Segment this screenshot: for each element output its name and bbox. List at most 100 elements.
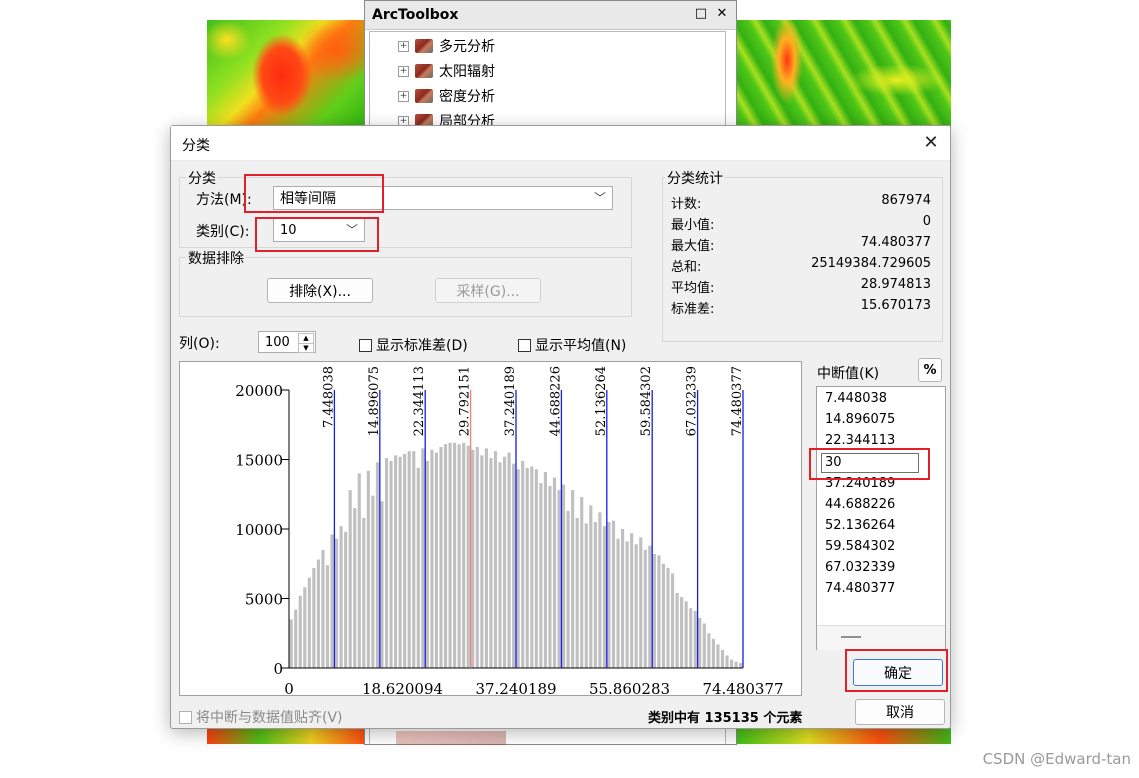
histogram-bar	[453, 442, 457, 668]
histogram-bar	[416, 467, 420, 668]
break-line-label: 44.688226	[548, 366, 563, 436]
show-std-checkbox[interactable]: 显示标准差(D)	[359, 335, 468, 355]
break-item[interactable]: 44.688226	[825, 495, 895, 515]
class-count-text: 类别中有 135135 个元素	[648, 711, 803, 726]
break-item[interactable]: 59.584302	[825, 537, 895, 557]
break-line-label: 22.344113	[412, 366, 427, 436]
histogram-bar	[507, 452, 511, 668]
tree-item-label: 太阳辐射	[439, 64, 495, 80]
histogram-bar	[443, 444, 448, 668]
expand-icon[interactable]: +	[398, 90, 409, 102]
columns-label: 列(O):	[179, 336, 220, 352]
histogram-bar	[702, 623, 706, 668]
histogram-bar	[348, 490, 352, 668]
histogram-bar	[325, 565, 330, 668]
histogram-bar	[557, 490, 561, 668]
histogram-bar	[421, 448, 425, 668]
histogram-bar	[666, 567, 670, 668]
histogram-bar	[525, 467, 529, 668]
histogram-bar	[448, 442, 452, 668]
ok-button[interactable]: 确定	[853, 659, 943, 686]
percent-button[interactable]: %	[918, 358, 942, 382]
scroll-thumb[interactable]	[841, 636, 861, 638]
break-item[interactable]: 22.344113	[825, 431, 895, 451]
method-dropdown[interactable]: 相等间隔 ﹀	[273, 186, 613, 210]
histogram-bar	[680, 597, 684, 668]
show-mean-checkbox[interactable]: 显示平均值(N)	[518, 335, 626, 355]
histogram-bar	[425, 460, 429, 668]
exclude-button[interactable]: 排除(X)...	[267, 278, 373, 303]
list-scrollbar[interactable]	[817, 625, 945, 650]
histogram-bar	[566, 510, 570, 668]
histogram-bar	[412, 451, 416, 668]
exclusion-group	[179, 257, 632, 317]
break-line-label: 52.136264	[594, 366, 609, 436]
histogram-bar	[521, 460, 525, 668]
spin-down-icon[interactable]: ▼	[298, 343, 314, 353]
histogram-bar	[303, 587, 307, 668]
histogram-bar	[607, 522, 611, 668]
breaks-label: 中断值(K)	[817, 366, 880, 382]
break-item[interactable]: 7.448038	[825, 389, 887, 409]
tree-item-solar-radiation[interactable]: + 太阳辐射	[398, 61, 495, 81]
histogram-bar	[493, 451, 498, 668]
break-item[interactable]: 14.896075	[825, 410, 895, 430]
histogram-bar	[403, 453, 407, 668]
cancel-button[interactable]: 取消	[855, 699, 945, 725]
histogram-bar	[330, 534, 334, 668]
histogram-bar	[716, 644, 720, 668]
stat-row-mean: 平均值: 28.974813	[671, 277, 931, 296]
toolbox-icon	[415, 39, 433, 53]
histogram-bar	[475, 446, 479, 668]
break-line-label: 29.792151	[458, 366, 473, 436]
histogram-bar	[648, 545, 652, 668]
break-item[interactable]: 67.032339	[825, 558, 895, 578]
histogram-bar	[375, 462, 379, 668]
checkbox-icon[interactable]	[518, 339, 531, 352]
stat-row-min: 最小值: 0	[671, 214, 931, 233]
histogram-bar	[634, 544, 638, 668]
dialog-title: 分类	[182, 138, 210, 154]
arctoolbox-title: ArcToolbox	[372, 7, 459, 23]
histogram-bar	[661, 563, 666, 668]
histogram-bar	[548, 485, 552, 668]
break-item[interactable]: 37.240189	[825, 474, 895, 494]
histogram-bar	[729, 659, 734, 668]
break-edit-field[interactable]: 30	[821, 453, 919, 473]
classes-value: 10	[280, 222, 297, 238]
histogram-bar	[394, 455, 398, 668]
break-line-label: 59.584302	[639, 366, 654, 436]
exclusion-group-label: 数据排除	[186, 248, 246, 268]
sample-button[interactable]: 采样(G)...	[435, 278, 541, 303]
histogram-bar	[466, 445, 470, 668]
columns-spinner[interactable]: 100 ▲ ▼	[258, 331, 316, 353]
toolbox-item-partial	[396, 731, 506, 745]
checkbox-icon[interactable]	[359, 339, 372, 352]
histogram-panel[interactable]: 0 5000 10000 15000 20000 0 18.620094 37.240189 5…	[179, 361, 802, 696]
tree-item-density[interactable]: + 密度分析	[398, 86, 495, 106]
close-icon[interactable]: ✕	[713, 5, 731, 23]
expand-icon[interactable]: +	[398, 65, 409, 77]
tree-item-multivariate[interactable]: + 多元分析	[398, 36, 495, 56]
close-icon[interactable]: ✕	[920, 132, 942, 154]
y-tick-label: 20000	[235, 382, 283, 400]
classes-dropdown[interactable]: 10 ﹀	[273, 218, 365, 242]
break-item[interactable]: 74.480377	[825, 579, 895, 599]
chevron-down-icon: ﹀	[593, 191, 606, 205]
break-line-label: 7.448038	[321, 366, 336, 428]
histogram-bar	[575, 517, 579, 668]
maximize-icon[interactable]: □	[692, 5, 710, 23]
histogram-bar	[689, 608, 693, 668]
histogram-bar	[384, 458, 389, 668]
histogram-bar	[498, 462, 502, 668]
y-tick-label: 5000	[245, 591, 283, 609]
y-tick-label: 10000	[235, 521, 283, 539]
histogram-bar	[698, 617, 702, 668]
snap-checkbox[interactable]: 将中断与数据值贴齐(V)	[179, 707, 343, 727]
chevron-down-icon: ﹀	[345, 223, 358, 237]
histogram-bar	[657, 555, 661, 668]
histogram-bar	[734, 661, 738, 668]
expand-icon[interactable]: +	[398, 40, 409, 52]
checkbox-icon[interactable]	[179, 711, 192, 724]
break-item[interactable]: 52.136264	[825, 516, 895, 536]
